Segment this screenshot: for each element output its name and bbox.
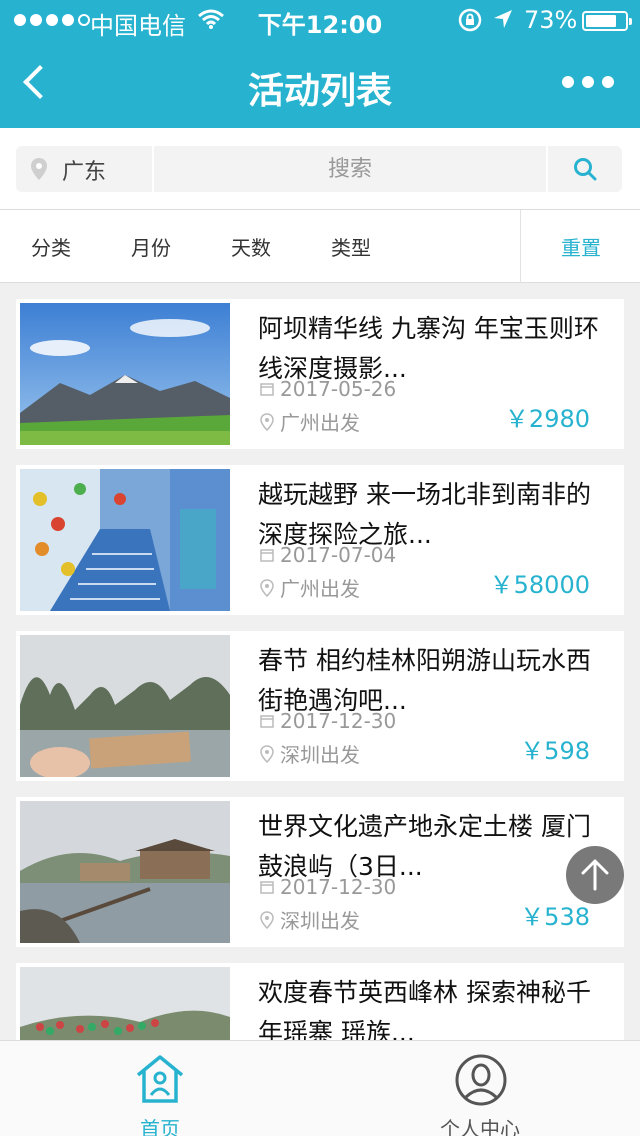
activity-price: ￥538 (520, 903, 590, 931)
activity-departure: 深圳出发 (280, 743, 360, 767)
filter-days[interactable]: 天数 (231, 232, 271, 261)
battery-percent: 73% (524, 6, 578, 34)
home-icon (136, 1055, 184, 1103)
calendar-icon (260, 383, 274, 396)
filter-month[interactable]: 月份 (131, 232, 171, 261)
pin-icon (260, 744, 274, 763)
activity-date: 2017-12-30 (280, 709, 397, 733)
activity-list[interactable]: 阿坝精华线 九寨沟 年宝玉则环线深度摄影... 2017-05-26 广州出发 … (0, 283, 640, 1040)
calendar-icon (260, 549, 274, 562)
calendar-icon (260, 881, 274, 894)
tab-home-label: 首页 (140, 1117, 180, 1136)
tab-profile-label: 个人中心 (440, 1117, 520, 1136)
search-icon (574, 158, 597, 181)
filter-bar: 分类 月份 天数 类型 重置 (0, 210, 640, 283)
page-title: 活动列表 (247, 71, 392, 112)
calendar-icon (260, 715, 274, 728)
activity-date: 2017-12-30 (280, 875, 397, 899)
activity-card[interactable]: 欢度春节英西峰林 探索神秘千年瑶寨 瑶族... (16, 963, 624, 1040)
activity-price: ￥58000 (489, 571, 590, 599)
activity-image (20, 635, 230, 777)
pin-icon (260, 578, 274, 597)
pin-icon (260, 910, 274, 929)
activity-image (20, 469, 230, 611)
search-input[interactable] (154, 146, 546, 192)
pin-icon (31, 158, 47, 180)
filter-type[interactable]: 类型 (331, 232, 371, 261)
divider (520, 210, 521, 283)
activity-price: ￥598 (520, 737, 590, 765)
battery-icon (582, 11, 632, 31)
activity-departure: 广州出发 (280, 577, 360, 601)
activity-date: 2017-05-26 (280, 377, 397, 401)
activity-card[interactable]: 阿坝精华线 九寨沟 年宝玉则环线深度摄影... 2017-05-26 广州出发 … (16, 299, 624, 449)
search-button[interactable] (548, 146, 622, 192)
location-selector[interactable]: 广东 (16, 146, 152, 192)
filter-category[interactable]: 分类 (31, 232, 71, 261)
activity-title: 欢度春节英西峰林 探索神秘千年瑶寨 瑶族... (258, 978, 591, 1040)
arrow-up-icon (581, 859, 609, 891)
pin-icon (260, 412, 274, 431)
reset-button[interactable]: 重置 (561, 232, 601, 261)
activity-card[interactable]: 春节 相约桂林阳朔游山玩水西街艳遇泃吧... 2017-12-30 深圳出发 ￥… (16, 631, 624, 781)
activity-image (20, 303, 230, 445)
tab-bar: 首页 个人中心 (0, 1040, 640, 1136)
activity-departure: 深圳出发 (280, 909, 360, 933)
tab-home[interactable]: 首页 (0, 1041, 320, 1136)
activity-card[interactable]: 越玩越野 来一场北非到南非的深度探险之旅... 2017-07-04 广州出发 … (16, 465, 624, 615)
nav-header: 中国电信 下午12:00 73% 活动列表 (0, 0, 640, 128)
location-label: 广东 (62, 160, 107, 185)
activity-image (20, 967, 230, 1040)
more-options-button[interactable] (562, 76, 614, 88)
location-arrow-icon (494, 10, 512, 28)
status-bar: 中国电信 下午12:00 73% (0, 0, 640, 40)
tab-profile[interactable]: 个人中心 (320, 1041, 640, 1136)
more-dots-icon (562, 76, 574, 88)
activity-departure: 广州出发 (280, 411, 360, 435)
back-to-top-button[interactable] (566, 846, 624, 904)
activity-card[interactable]: 世界文化遗产地永定土楼 厦门鼓浪屿（3日... 2017-12-30 深圳出发 … (16, 797, 624, 947)
activity-date: 2017-07-04 (280, 543, 397, 567)
user-icon (455, 1054, 507, 1106)
activity-image (20, 801, 230, 943)
search-bar: 广东 (0, 128, 640, 210)
activity-price: ￥2980 (504, 405, 590, 433)
rotation-lock-icon (458, 8, 482, 32)
